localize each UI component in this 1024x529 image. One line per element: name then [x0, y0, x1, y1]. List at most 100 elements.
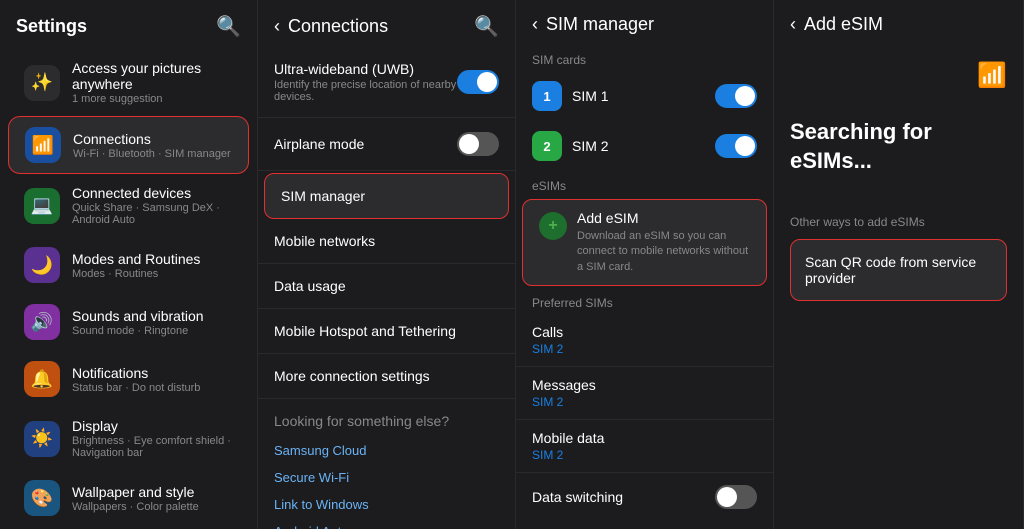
sim1-badge: 1	[532, 81, 562, 111]
wallpaper-icon: 🎨	[24, 480, 60, 516]
sim-manager-panel: ‹ SIM manager SIM cards 1 SIM 1 2 SIM 2 eSIMs…	[516, 0, 774, 529]
settings-search-icon[interactable]: 🔍	[216, 14, 241, 39]
esim-wifi-icon: 📶	[977, 61, 1007, 90]
connections-list: Ultra-wideband (UWB) Identify the precise…	[258, 49, 515, 529]
sim1-name: SIM 1	[572, 88, 715, 104]
messages-value: SIM 2	[532, 395, 757, 409]
sim-cards-label: SIM cards	[516, 45, 773, 71]
wallpaper-sublabel: Wallpapers · Color palette	[72, 501, 233, 513]
preferred-mobile-data[interactable]: Mobile data SIM 2	[516, 420, 773, 473]
wallpaper-label: Wallpaper and style	[72, 484, 233, 500]
airplane-label: Airplane mode	[274, 136, 364, 152]
uwb-toggle[interactable]	[457, 70, 499, 94]
conn-item-airplane[interactable]: Airplane mode	[258, 120, 515, 168]
data-switching-toggle[interactable]	[715, 485, 757, 509]
looking-item-link-to-windows[interactable]: Link to Windows	[274, 491, 499, 518]
sidebar-item-modes-routines[interactable]: 🌙Modes and RoutinesModes · Routines	[8, 237, 249, 293]
looking-title: Looking for something else?	[274, 413, 499, 429]
more-connection-label: More connection settings	[274, 368, 430, 384]
connections-label: Connections	[73, 131, 232, 147]
looking-item-samsung-cloud[interactable]: Samsung Cloud	[274, 437, 499, 464]
sounds-vibration-sublabel: Sound mode · Ringtone	[72, 325, 233, 337]
sim2-badge: 2	[532, 131, 562, 161]
conn-item-mobile-networks[interactable]: Mobile networks	[258, 221, 515, 261]
sidebar-item-sounds-vibration[interactable]: 🔊 Sounds and vibrationSound mode · Ringto…	[8, 294, 249, 350]
esim-icon-area: 📶	[790, 45, 1007, 98]
connections-search-icon[interactable]: 🔍	[474, 14, 499, 39]
conn-item-more-connection[interactable]: More connection settings	[258, 356, 515, 396]
access-pictures-sublabel: 1 more suggestion	[72, 93, 233, 105]
uwb-sublabel: Identify the precise location of nearby …	[274, 79, 457, 103]
connections-back-button[interactable]: ‹ Connections	[274, 16, 388, 37]
connected-devices-icon: 💻	[24, 188, 60, 224]
access-pictures-label: Access your pictures anywhere	[72, 60, 233, 92]
add-esim-content: 📶 Searching for eSIMs... Other ways to a…	[774, 45, 1023, 529]
conn-item-uwb[interactable]: Ultra-wideband (UWB) Identify the precise…	[258, 49, 515, 115]
sidebar-item-access-pictures[interactable]: ✨ Access your pictures anywhere1 more sug…	[8, 50, 249, 115]
add-esim-title: Add eSIM	[577, 210, 750, 226]
airplane-toggle[interactable]	[457, 132, 499, 156]
add-esim-item[interactable]: + Add eSIM Download an eSIM so you can con…	[522, 199, 767, 286]
conn-item-data-usage[interactable]: Data usage	[258, 266, 515, 306]
other-ways-label: Other ways to add eSIMs	[790, 215, 1007, 229]
connections-icon: 📶	[25, 127, 61, 163]
notifications-sublabel: Status bar · Do not disturb	[72, 382, 233, 394]
conn-item-sim-manager[interactable]: SIM manager	[264, 173, 509, 219]
scan-qr-button[interactable]: Scan QR code from service provider	[790, 239, 1007, 301]
sim2-name: SIM 2	[572, 138, 715, 154]
sounds-vibration-icon: 🔊	[24, 304, 60, 340]
connections-panel: ‹ Connections 🔍 Ultra-wideband (UWB) Iden…	[258, 0, 516, 529]
access-pictures-icon: ✨	[24, 65, 60, 101]
looking-item-secure-wi-fi[interactable]: Secure Wi-Fi	[274, 464, 499, 491]
mobile-networks-label: Mobile networks	[274, 233, 375, 249]
sidebar-item-wallpaper[interactable]: 🎨 Wallpaper and styleWallpapers · Color p…	[8, 470, 249, 526]
looking-item-android-auto[interactable]: Android Auto	[274, 518, 499, 529]
sidebar-item-connected-devices[interactable]: 💻Connected devicesQuick Share · Samsung …	[8, 175, 249, 236]
sidebar-item-notifications[interactable]: 🔔 NotificationsStatus bar · Do not distur…	[8, 351, 249, 407]
sidebar-item-display[interactable]: ☀️ DisplayBrightness · Eye comfort shield…	[8, 408, 249, 469]
preferred-sims-label: Preferred SIMs	[516, 288, 773, 314]
modes-routines-label: Modes and Routines	[72, 251, 233, 267]
sim-item-sim1[interactable]: 1 SIM 1	[516, 71, 773, 121]
sim-manager-header: ‹ SIM manager	[516, 0, 773, 45]
add-esim-back-button[interactable]: ‹ Add eSIM	[790, 14, 883, 35]
uwb-label: Ultra-wideband (UWB)	[274, 61, 457, 77]
mobile-data-label: Mobile data	[532, 430, 757, 446]
display-label: Display	[72, 418, 233, 434]
display-icon: ☀️	[24, 421, 60, 457]
data-switching-row[interactable]: Data switching	[516, 473, 773, 521]
add-esim-panel: ‹ Add eSIM 📶 Searching for eSIMs... Othe…	[774, 0, 1024, 529]
calls-label: Calls	[532, 324, 757, 340]
preferred-messages[interactable]: Messages SIM 2	[516, 367, 773, 420]
sim1-toggle[interactable]	[715, 84, 757, 108]
data-usage-label: Data usage	[274, 278, 346, 294]
connected-devices-label: Connected devices	[72, 185, 233, 201]
add-esim-plus-icon: +	[539, 212, 567, 240]
sidebar-item-connections[interactable]: 📶 ConnectionsWi-Fi · Bluetooth · SIM mana…	[8, 116, 249, 174]
add-esim-header: ‹ Add eSIM	[774, 0, 1023, 45]
notifications-label: Notifications	[72, 365, 233, 381]
sim-manager-label: SIM manager	[281, 188, 365, 204]
searching-text: Searching for eSIMs...	[790, 118, 1007, 175]
messages-label: Messages	[532, 377, 757, 393]
add-esim-desc: Download an eSIM so you can connect to m…	[577, 229, 750, 275]
conn-item-hotspot[interactable]: Mobile Hotspot and Tethering	[258, 311, 515, 351]
modes-routines-sublabel: Modes · Routines	[72, 268, 233, 280]
connections-sublabel: Wi-Fi · Bluetooth · SIM manager	[73, 148, 232, 160]
settings-list: ✨ Access your pictures anywhere1 more sug…	[0, 49, 257, 529]
settings-title: Settings	[16, 16, 87, 37]
calls-value: SIM 2	[532, 342, 757, 356]
notifications-icon: 🔔	[24, 361, 60, 397]
data-switching-label: Data switching	[532, 489, 623, 505]
sim2-toggle[interactable]	[715, 134, 757, 158]
esims-label: eSIMs	[516, 171, 773, 197]
hotspot-label: Mobile Hotspot and Tethering	[274, 323, 456, 339]
more-sim-settings[interactable]: More SIM settings	[516, 521, 773, 529]
display-sublabel: Brightness · Eye comfort shield · Naviga…	[72, 435, 233, 459]
preferred-calls[interactable]: Calls SIM 2	[516, 314, 773, 367]
connections-header: ‹ Connections 🔍	[258, 0, 515, 49]
sim-manager-back-button[interactable]: ‹ SIM manager	[532, 14, 654, 35]
sim-item-sim2[interactable]: 2 SIM 2	[516, 121, 773, 171]
sounds-vibration-label: Sounds and vibration	[72, 308, 233, 324]
mobile-data-value: SIM 2	[532, 448, 757, 462]
